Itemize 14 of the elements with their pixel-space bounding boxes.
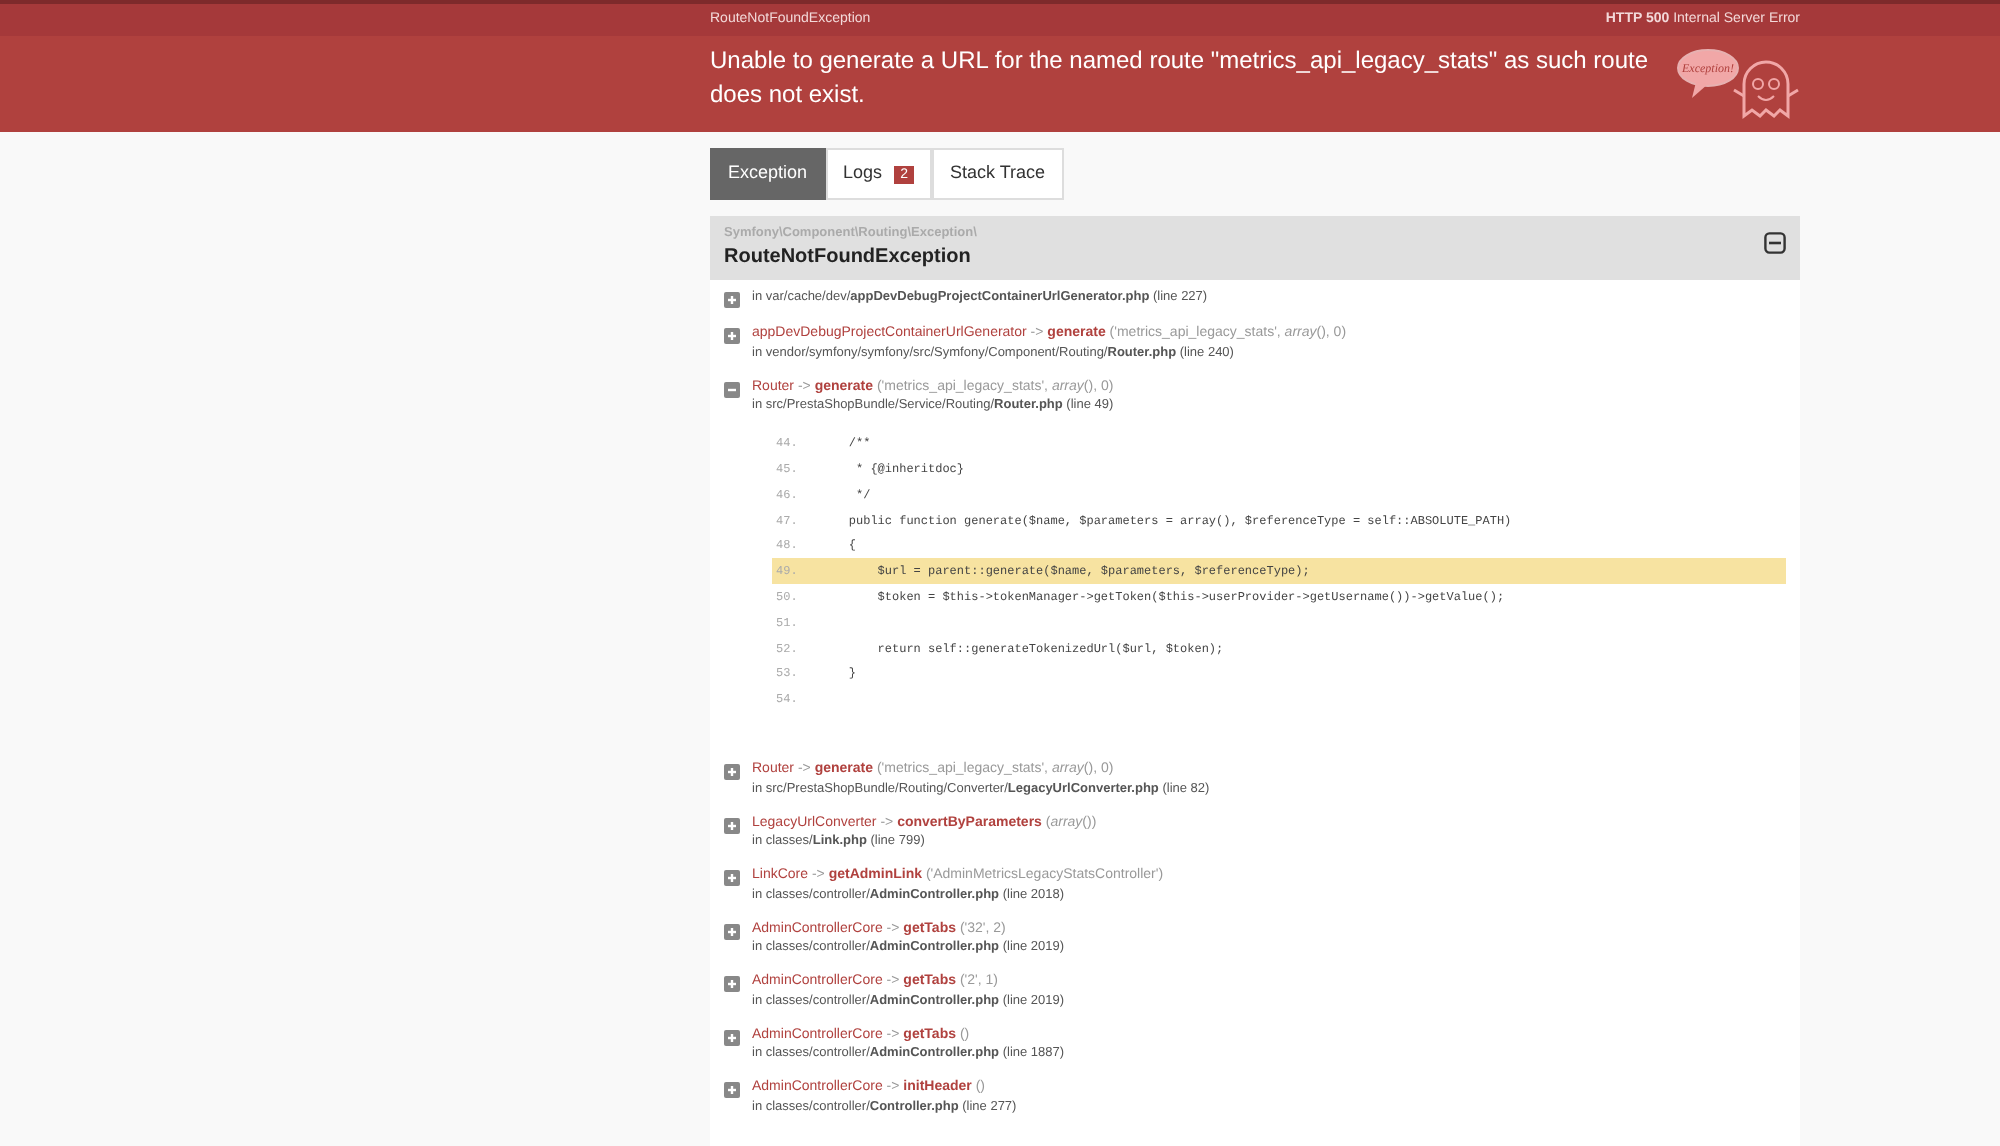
tab[interactable]: Exception [710, 148, 826, 199]
expand-icon[interactable] [724, 870, 740, 887]
exception-class: RouteNotFoundException [724, 244, 973, 273]
expand-icon[interactable] [724, 923, 740, 940]
expand-icon[interactable] [724, 764, 740, 781]
collapse-icon[interactable] [1764, 231, 1786, 253]
expand-icon[interactable] [724, 328, 740, 345]
expand-icon[interactable] [724, 976, 740, 993]
expand-icon[interactable] [724, 817, 740, 834]
expand-icon[interactable] [724, 1029, 740, 1046]
tab[interactable]: Stack Trace [931, 148, 1063, 199]
error-message: Unable to generate a URL for the named route "metrics_api_legacy_stats" as such route does not exist. [710, 44, 1650, 112]
expand-icon[interactable] [724, 1082, 740, 1099]
expand-icon[interactable] [724, 292, 740, 309]
